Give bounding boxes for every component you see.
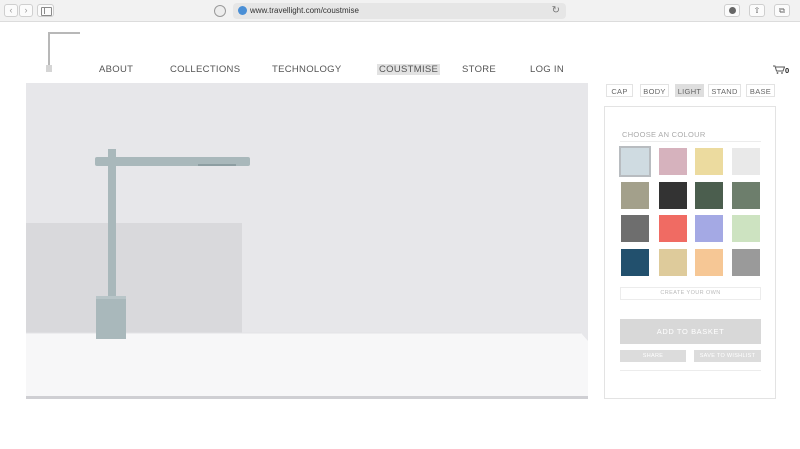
chevron-right-icon: ›	[24, 5, 28, 15]
reload-icon[interactable]: ↻	[552, 4, 560, 17]
product-viewer[interactable]	[26, 83, 588, 399]
tab-stand[interactable]: STAND	[708, 84, 741, 97]
lamp-pole	[108, 149, 116, 301]
add-to-basket-button[interactable]: ADD TO BASKET	[620, 319, 761, 344]
color-swatch[interactable]	[732, 148, 760, 175]
chevron-left-icon: ‹	[9, 5, 13, 15]
panel-divider	[620, 141, 761, 142]
lamp-base-top	[96, 296, 126, 299]
nav-collections[interactable]: COLLECTIONS	[170, 64, 240, 75]
nav-technology[interactable]: TECHNOLOGY	[272, 64, 342, 75]
download-icon	[728, 7, 736, 14]
tab-body[interactable]: BODY	[640, 84, 669, 97]
nav-coustmise[interactable]: COUSTMISE	[377, 64, 441, 75]
share-button[interactable]: ⇧	[749, 4, 765, 17]
viewer-bottom-border	[26, 396, 588, 399]
color-swatch[interactable]	[659, 148, 687, 175]
save-to-wishlist-button[interactable]: SAVE TO WISHLIST	[694, 350, 761, 362]
shield-icon[interactable]	[214, 5, 226, 17]
cart-icon[interactable]	[773, 65, 785, 74]
color-swatch[interactable]	[695, 249, 723, 276]
color-swatch[interactable]	[619, 146, 651, 177]
floor	[26, 333, 588, 399]
color-swatch[interactable]	[621, 249, 649, 276]
lamp-preview	[26, 149, 588, 399]
lamp-base	[96, 296, 126, 339]
color-swatch[interactable]	[659, 215, 687, 242]
forward-button[interactable]: ›	[19, 4, 33, 17]
lamp-led	[198, 164, 236, 166]
url-text: www.travellight.com/coustmise	[250, 6, 359, 15]
browser-toolbar: ‹ › www.travellight.com/coustmise ↻ ⇧ ⧉	[0, 0, 800, 22]
globe-icon	[238, 6, 247, 15]
site-logo[interactable]	[46, 32, 82, 74]
color-swatch[interactable]	[695, 148, 723, 175]
logo-base	[46, 65, 52, 72]
color-swatch[interactable]	[659, 182, 687, 209]
color-swatch[interactable]	[732, 215, 760, 242]
color-swatch[interactable]	[621, 215, 649, 242]
tab-base[interactable]: BASE	[746, 84, 775, 97]
nav-about[interactable]: ABOUT	[99, 64, 133, 75]
tabs-icon: ⧉	[779, 6, 785, 15]
tab-light[interactable]: LIGHT	[675, 84, 704, 97]
share-design-button[interactable]: SHARE	[620, 350, 686, 362]
panel-title: CHOOSE AN COLOUR	[622, 130, 706, 139]
tab-cap[interactable]: CAP	[606, 84, 633, 97]
nav-store[interactable]: STORE	[462, 64, 496, 75]
tabs-button[interactable]: ⧉	[774, 4, 790, 17]
back-button[interactable]: ‹	[4, 4, 18, 17]
color-swatch[interactable]	[659, 249, 687, 276]
create-your-own-button[interactable]: CREATE YOUR OWN	[620, 287, 761, 300]
logo-stem	[48, 32, 50, 66]
sidebar-toggle-button[interactable]	[37, 4, 54, 17]
panel-bottom-divider	[620, 370, 761, 371]
address-bar[interactable]: www.travellight.com/coustmise ↻	[233, 3, 566, 19]
nav-log-in[interactable]: LOG IN	[530, 64, 564, 75]
color-swatch[interactable]	[732, 182, 760, 209]
download-button[interactable]	[724, 4, 740, 17]
back-wall-panel	[26, 223, 242, 335]
color-swatch[interactable]	[621, 182, 649, 209]
cart-count: 0	[785, 66, 790, 75]
logo-arm	[48, 32, 80, 34]
customize-panel: CHOOSE AN COLOUR CREATE YOUR OWN ADD TO …	[604, 106, 776, 399]
color-swatch[interactable]	[732, 249, 760, 276]
color-swatch[interactable]	[695, 215, 723, 242]
share-icon: ⇧	[753, 6, 761, 15]
color-swatch[interactable]	[695, 182, 723, 209]
